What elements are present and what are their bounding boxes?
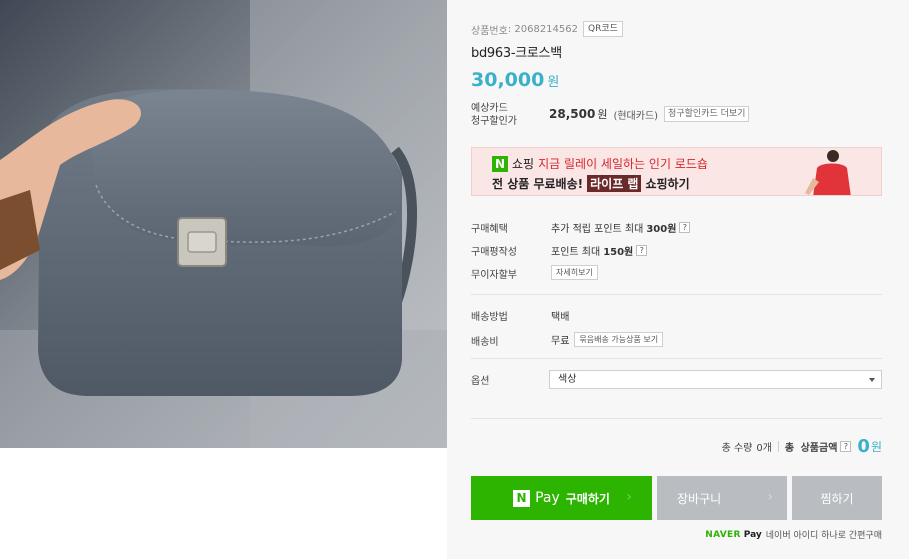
price-unit: 원 <box>547 75 560 90</box>
card-name: (현대카드) <box>613 110 659 122</box>
npay-note: NAVER Pay 네이버 아이디 하나로 간편구매 <box>705 528 882 542</box>
purchase-benefit-label: 구매혜택 <box>471 224 508 235</box>
review-point-label: 구매평작성 <box>471 247 517 258</box>
naver-n-icon: N <box>492 155 508 172</box>
card-discount-price: 28,500 원 (현대카드) 청구할인카드 더보기 <box>549 106 750 122</box>
shipping-method-label: 배송방법 <box>471 312 508 323</box>
promo-banner[interactable]: N 쇼핑 지금 릴레이 세일하는 인기 로드숍 전 상품 무료배송! 라이프 랩… <box>471 147 882 196</box>
promo-banner-line2: 전 상품 무료배송! 라이프 랩 쇼핑하기 <box>492 175 690 192</box>
chevron-down-icon <box>869 378 875 382</box>
card-discount-label: 예상카드 청구할인가 <box>471 102 517 128</box>
product-number-value: 2068214562 <box>514 23 578 35</box>
shipping-fee-text: 무료 <box>551 336 570 347</box>
total-qty-label: 총 수량 <box>721 443 753 454</box>
total-label: 상품금액 <box>800 443 838 454</box>
purchase-benefit-amount: 300원 <box>646 224 677 235</box>
promo-banner-line1: N 쇼핑 지금 릴레이 세일하는 인기 로드숍 <box>492 155 708 172</box>
shipping-method-value: 택배 <box>551 312 570 323</box>
total-prefix: 총 <box>784 443 795 454</box>
total-price-label: 총 상품금액 <box>785 439 838 454</box>
naver-n-icon: N <box>513 489 531 507</box>
total-help-icon[interactable]: ? <box>840 441 852 452</box>
product-number: 상품번호 : 2068214562 QR코드 <box>471 21 623 37</box>
installment-detail-button[interactable]: 자세히보기 <box>551 265 598 280</box>
review-point-amount: 150원 <box>603 247 634 258</box>
product-title: bd963-크로스백 <box>471 46 562 61</box>
card-discount-label-line1: 예상카드 <box>471 103 508 114</box>
product-number-label: 상품번호 <box>471 25 508 37</box>
divider <box>471 294 882 295</box>
promo-banner-prefix: 쇼핑 <box>512 157 535 171</box>
shipping-fee-value: 무료 묶음배송 가능상품 보기 <box>551 332 664 347</box>
promo-banner-highlight: 지금 릴레이 세일하는 인기 로드숍 <box>538 157 708 171</box>
total-qty-value: 0개 <box>756 443 772 454</box>
promo-banner-line2-suffix: 쇼핑하기 <box>645 177 690 191</box>
option-select[interactable]: 색상 <box>549 370 882 389</box>
product-price: 30,000 원 <box>471 69 559 91</box>
wishlist-button[interactable]: 찜하기 <box>792 476 882 520</box>
option-label: 옵션 <box>471 376 490 387</box>
product-page: 상품번호 : 2068214562 QR코드 bd963-크로스백 30,000… <box>0 0 909 559</box>
installment-label: 무이자할부 <box>471 270 517 281</box>
summary-separator <box>777 441 779 452</box>
card-price-unit: 원 <box>597 108 608 121</box>
total-unit: 원 <box>870 440 882 454</box>
naver-logo-text: NAVER <box>705 529 741 540</box>
purchase-benefit-help-icon[interactable]: ? <box>679 222 691 233</box>
review-point-text: 포인트 최대 <box>551 247 601 258</box>
installment-value: 자세히보기 <box>551 265 598 280</box>
npay-note-text: 네이버 아이디 하나로 간편구매 <box>765 531 882 541</box>
review-point-value: 포인트 최대 150원 ? <box>551 243 648 258</box>
npay-pay-label: Pay <box>535 490 560 506</box>
promo-banner-tag: 라이프 랩 <box>587 175 642 192</box>
purchase-benefit-text: 추가 적립 포인트 최대 <box>551 224 644 235</box>
product-info-panel: 상품번호 : 2068214562 QR코드 bd963-크로스백 30,000… <box>447 0 909 559</box>
qr-code-button[interactable]: QR코드 <box>583 21 623 37</box>
chevron-right-icon: › <box>767 489 773 505</box>
price-value: 30,000 <box>471 69 545 91</box>
promo-banner-line2-prefix: 전 상품 무료배송! <box>492 177 584 191</box>
cart-label: 장바구니 <box>677 491 722 506</box>
npay-logo-text: Pay <box>743 529 762 540</box>
order-summary: 총 수량 0개 총 상품금액 ? 0 원 <box>722 436 882 457</box>
cart-button[interactable]: 장바구니 › <box>657 476 787 520</box>
total-amount: 0 <box>857 436 870 457</box>
review-point-help-icon[interactable]: ? <box>636 245 648 256</box>
bundle-shipping-button[interactable]: 묶음배송 가능상품 보기 <box>574 332 664 347</box>
card-price-value: 28,500 <box>549 107 596 121</box>
divider <box>471 358 882 359</box>
promo-model-image <box>797 148 857 195</box>
npay-buy-button[interactable]: N Pay 구매하기 › <box>471 476 652 520</box>
card-discount-label-line2: 청구할인가 <box>471 116 517 127</box>
npay-buy-label: 구매하기 <box>565 491 610 506</box>
purchase-benefit-value: 추가 적립 포인트 최대 300원 ? <box>551 220 691 235</box>
product-image <box>0 0 447 448</box>
chevron-right-icon: › <box>626 489 632 505</box>
card-discount-more-button[interactable]: 청구할인카드 더보기 <box>664 106 750 122</box>
option-selected-value: 색상 <box>558 374 577 385</box>
divider <box>471 418 882 419</box>
shipping-fee-label: 배송비 <box>471 337 499 348</box>
